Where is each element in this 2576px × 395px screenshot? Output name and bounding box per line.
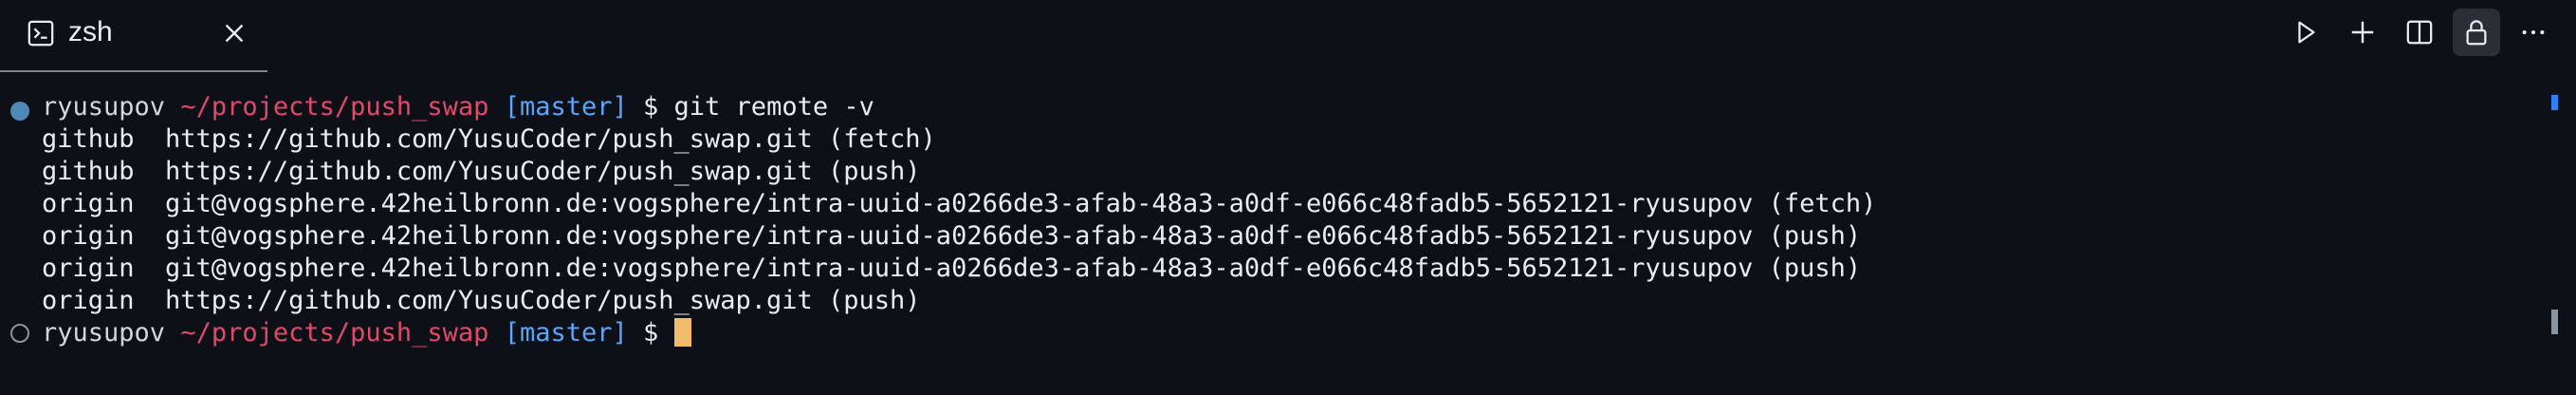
terminal-tab-bar: zsh xyxy=(0,0,2576,72)
output-line: origin git@vogsphere.42heilbronn.de:vogs… xyxy=(42,189,1877,218)
prompt-symbol: $ xyxy=(643,318,659,348)
prompt-user: ryusupov xyxy=(42,318,166,348)
lock-button[interactable] xyxy=(2453,9,2500,56)
ellipsis-icon xyxy=(2522,29,2545,35)
more-button[interactable] xyxy=(2510,9,2557,56)
prompt-decoration[interactable] xyxy=(10,324,29,343)
prompt-path: ~/projects/push_swap xyxy=(180,318,489,348)
prompt-branch: [master] xyxy=(504,318,628,348)
tab-zsh[interactable]: zsh xyxy=(0,0,267,72)
terminal-icon xyxy=(28,20,54,47)
prompt-path: ~/projects/push_swap xyxy=(180,92,489,122)
prompt-symbol: $ xyxy=(643,92,659,122)
command-line: ryusupov ~/projects/push_swap [master] $… xyxy=(42,91,874,123)
scrollbar-marker[interactable] xyxy=(2551,95,2558,110)
output-line: github https://github.com/YusuCoder/push… xyxy=(42,157,921,186)
command-success-decoration[interactable] xyxy=(10,102,29,121)
new-terminal-button[interactable] xyxy=(2339,9,2386,56)
plus-icon xyxy=(2351,21,2374,44)
output-line: origin https://github.com/YusuCoder/push… xyxy=(42,286,921,315)
tab-title: zsh xyxy=(68,16,113,47)
prompt-branch: [master] xyxy=(504,92,628,122)
play-icon xyxy=(2298,21,2315,44)
text-cursor xyxy=(673,318,691,347)
run-button[interactable] xyxy=(2282,9,2329,56)
active-prompt-line[interactable]: ryusupov ~/projects/push_swap [master] $ xyxy=(42,317,691,349)
output-line: github https://github.com/YusuCoder/push… xyxy=(42,124,936,154)
split-icon xyxy=(2406,20,2433,45)
command-text: git remote -v xyxy=(673,92,874,122)
output-line: origin git@vogsphere.42heilbronn.de:vogs… xyxy=(42,254,1862,283)
scrollbar-marker[interactable] xyxy=(2551,310,2558,334)
lock-icon xyxy=(2466,20,2487,46)
terminal-output[interactable]: ryusupov ~/projects/push_swap [master] $… xyxy=(0,91,2523,386)
prompt-user: ryusupov xyxy=(42,92,166,122)
output-line: origin git@vogsphere.42heilbronn.de:vogs… xyxy=(42,221,1862,251)
terminal-actions xyxy=(2282,9,2557,56)
close-icon[interactable] xyxy=(220,19,248,47)
split-terminal-button[interactable] xyxy=(2396,9,2443,56)
